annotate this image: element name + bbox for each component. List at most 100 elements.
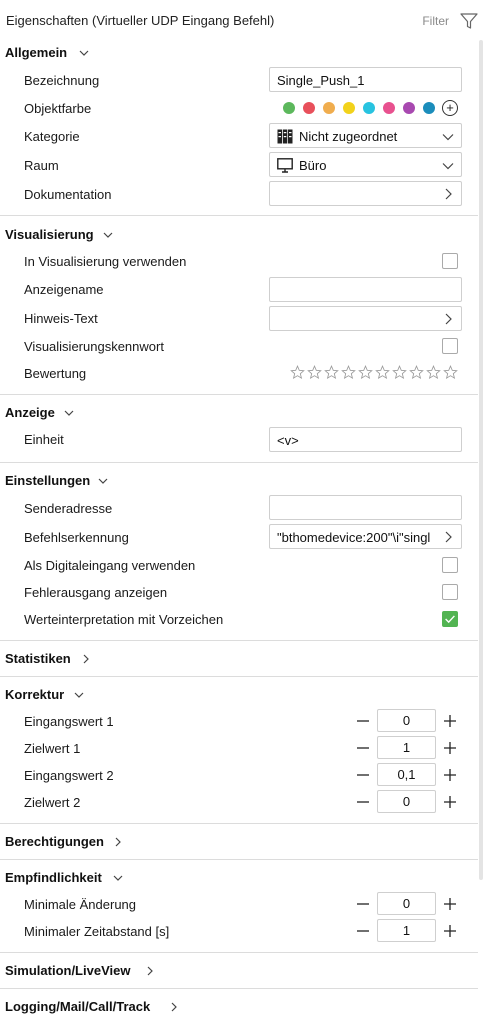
color-swatch[interactable]: [423, 102, 435, 114]
korrektur-label: Eingangswert 2: [24, 768, 114, 783]
panel-header: Eigenschaften (Virtueller UDP Eingang Be…: [0, 0, 483, 40]
decrement-button[interactable]: [355, 767, 371, 783]
star-icon[interactable]: [409, 365, 424, 380]
in-vis-checkbox[interactable]: [442, 253, 458, 269]
decrement-button[interactable]: [355, 713, 371, 729]
section-empfindlichkeit[interactable]: Empfindlichkeit: [0, 865, 470, 891]
bezeichnung-label: Bezeichnung: [24, 73, 100, 88]
section-title: Statistiken: [5, 651, 71, 666]
einheit-field[interactable]: <v>: [269, 427, 462, 452]
befehlserkennung-field[interactable]: "bthomedevice:200"\i"singl: [269, 524, 462, 549]
section-title: Einstellungen: [5, 473, 91, 488]
section-title: Simulation/LiveView: [5, 963, 131, 978]
decrement-button[interactable]: [355, 794, 371, 810]
color-swatch[interactable]: [283, 102, 295, 114]
filter-label[interactable]: Filter: [422, 14, 449, 28]
anzeigename-field[interactable]: [269, 277, 462, 302]
stepper-input[interactable]: 0: [377, 892, 436, 915]
panel-title: Eigenschaften (Virtueller UDP Eingang Be…: [6, 13, 275, 28]
dokumentation-field[interactable]: [269, 181, 462, 206]
plus-icon: [444, 796, 456, 808]
divider: [0, 988, 478, 989]
section-allgemein[interactable]: Allgemein: [0, 40, 470, 66]
archive-cabinet-icon: [277, 129, 293, 144]
minus-icon: [357, 747, 369, 749]
color-swatch[interactable]: [303, 102, 315, 114]
stepper-input[interactable]: 0: [377, 709, 436, 732]
star-icon[interactable]: [426, 365, 441, 380]
stepper-input[interactable]: 1: [377, 736, 436, 759]
chevron-right-icon: [147, 966, 153, 976]
hinweis-field[interactable]: [269, 306, 462, 331]
chevron-down-icon: [74, 692, 84, 698]
increment-button[interactable]: [442, 713, 458, 729]
section-anzeige[interactable]: Anzeige: [0, 400, 470, 426]
filter-icon[interactable]: [459, 11, 479, 31]
bewertung-label: Bewertung: [24, 366, 87, 381]
divider: [0, 676, 478, 677]
digitaleingang-checkbox[interactable]: [442, 557, 458, 573]
increment-button[interactable]: [442, 740, 458, 756]
section-logging[interactable]: Logging/Mail/Call/Track: [0, 994, 470, 1015]
kennwort-checkbox[interactable]: [442, 338, 458, 354]
section-simulation[interactable]: Simulation/LiveView: [0, 958, 470, 984]
color-swatch[interactable]: [323, 102, 335, 114]
divider: [0, 859, 478, 860]
color-swatch[interactable]: [363, 102, 375, 114]
anzeigename-label: Anzeigename: [24, 282, 104, 297]
chevron-right-icon: [171, 1002, 177, 1012]
plus-icon: [444, 925, 456, 937]
raum-select[interactable]: Büro: [269, 152, 462, 177]
korrektur-label: Zielwert 1: [24, 741, 81, 756]
star-icon[interactable]: [392, 365, 407, 380]
increment-button[interactable]: [442, 794, 458, 810]
kategorie-label: Kategorie: [24, 129, 80, 144]
section-statistiken[interactable]: Statistiken: [0, 646, 470, 672]
increment-button[interactable]: [442, 923, 458, 939]
chevron-right-icon: [445, 313, 452, 325]
werteinterpretation-label: Werteinterpretation mit Vorzeichen: [24, 612, 224, 627]
fehlerausgang-checkbox[interactable]: [442, 584, 458, 600]
star-icon[interactable]: [358, 365, 373, 380]
dokumentation-label: Dokumentation: [24, 187, 112, 202]
chevron-right-icon: [445, 531, 452, 543]
increment-button[interactable]: [442, 767, 458, 783]
section-einstellungen[interactable]: Einstellungen: [0, 468, 470, 494]
werteinterpretation-checkbox[interactable]: [442, 611, 458, 627]
bezeichnung-field[interactable]: Single_Push_1: [269, 67, 462, 92]
increment-button[interactable]: [442, 896, 458, 912]
star-icon[interactable]: [307, 365, 322, 380]
section-berechtigungen[interactable]: Berechtigungen: [0, 829, 470, 855]
section-korrektur[interactable]: Korrektur: [0, 682, 470, 708]
add-color-button[interactable]: +: [442, 100, 458, 116]
plus-icon: [444, 742, 456, 754]
decrement-button[interactable]: [355, 740, 371, 756]
digitaleingang-label: Als Digitaleingang verwenden: [24, 558, 196, 573]
decrement-button[interactable]: [355, 923, 371, 939]
chevron-right-icon: [83, 654, 89, 664]
kategorie-select[interactable]: Nicht zugeordnet: [269, 123, 462, 148]
stepper-input[interactable]: 0: [377, 790, 436, 813]
scrollbar[interactable]: [479, 40, 483, 880]
chevron-down-icon: [442, 163, 454, 170]
stepper-input[interactable]: 1: [377, 919, 436, 942]
chevron-down-icon: [79, 50, 89, 56]
section-visualisierung[interactable]: Visualisierung: [0, 222, 470, 248]
star-icon[interactable]: [290, 365, 305, 380]
color-swatch[interactable]: [343, 102, 355, 114]
color-swatch[interactable]: [403, 102, 415, 114]
chevron-down-icon: [64, 410, 74, 416]
stepper-input[interactable]: 0,1: [377, 763, 436, 786]
decrement-button[interactable]: [355, 896, 371, 912]
divider: [0, 823, 478, 824]
star-icon[interactable]: [324, 365, 339, 380]
star-icon[interactable]: [341, 365, 356, 380]
senderadresse-label: Senderadresse: [24, 501, 113, 516]
color-swatch[interactable]: [383, 102, 395, 114]
monitor-icon: [277, 158, 293, 173]
objektfarbe-label: Objektfarbe: [24, 101, 92, 116]
senderadresse-field[interactable]: [269, 495, 462, 520]
star-icon[interactable]: [443, 365, 458, 380]
minus-icon: [357, 801, 369, 803]
star-icon[interactable]: [375, 365, 390, 380]
